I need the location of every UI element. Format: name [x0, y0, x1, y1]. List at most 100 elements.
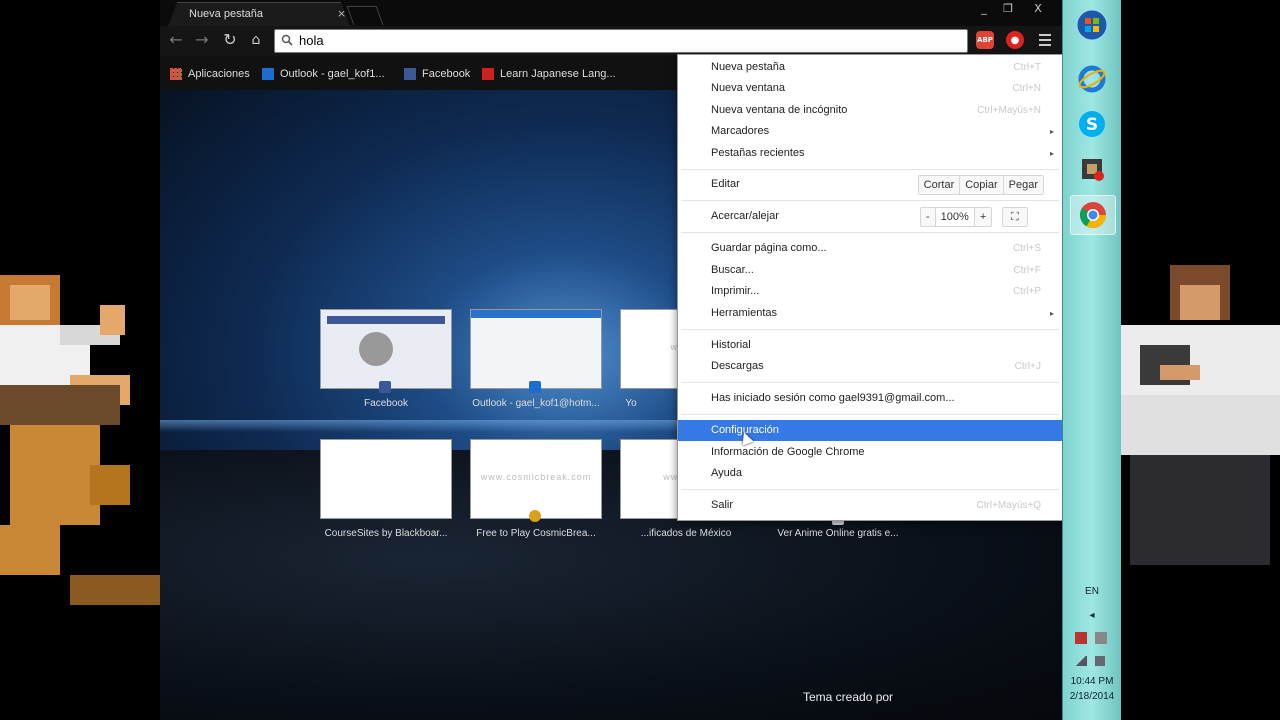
- menu-item-new-tab[interactable]: Nueva pestaña Ctrl+T: [678, 57, 1062, 78]
- tab-nueva-pestana[interactable]: Nueva pestaña ×: [168, 2, 350, 27]
- home-icon[interactable]: ⌂: [246, 30, 266, 50]
- speaker-icon[interactable]: [1095, 656, 1105, 666]
- menu-shortcut: Ctrl+Mayús+N: [977, 105, 1041, 116]
- menu-item-about-chrome[interactable]: Información de Google Chrome: [678, 442, 1062, 463]
- forward-icon[interactable]: →: [192, 30, 212, 50]
- fullscreen-group: ⛶: [1002, 207, 1028, 227]
- fullscreen-icon[interactable]: ⛶: [1003, 208, 1027, 226]
- menu-item-label: Nueva pestaña: [711, 61, 785, 73]
- adblock-plus-icon[interactable]: ABP: [976, 31, 994, 49]
- edit-button-group: Cortar Copiar Pegar: [917, 175, 1044, 195]
- fighter-sprite-left: [0, 275, 160, 605]
- bookmark-facebook[interactable]: Facebook: [404, 68, 470, 80]
- bookmark-label: Outlook - gael_kof1...: [280, 68, 385, 80]
- outlook-thumbnail: [471, 310, 601, 318]
- desktop-wallpaper-right: [1120, 0, 1280, 720]
- most-visited-tile-outlook[interactable]: [470, 309, 602, 389]
- minimize-button[interactable]: _: [972, 0, 996, 18]
- menu-item-print[interactable]: Imprimir... Ctrl+P: [678, 281, 1062, 302]
- internet-explorer-icon[interactable]: [1070, 60, 1114, 98]
- menu-item-label: Historial: [711, 339, 751, 351]
- menu-item-downloads[interactable]: Descargas Ctrl+J: [678, 356, 1062, 377]
- menu-item-label: Información de Google Chrome: [711, 446, 865, 458]
- zoom-out-button[interactable]: -: [921, 208, 936, 226]
- theme-credit[interactable]: Tema creado por: [803, 690, 893, 704]
- close-button[interactable]: X: [1022, 0, 1054, 18]
- most-visited-tile-facebook[interactable]: [320, 309, 452, 389]
- most-visited-tile-coursesites[interactable]: [320, 439, 452, 519]
- language-indicator[interactable]: EN: [1063, 586, 1121, 597]
- signal-icon[interactable]: [1075, 656, 1087, 666]
- menu-item-label: Salir: [711, 499, 734, 511]
- chrome-menu-icon[interactable]: [1036, 31, 1054, 49]
- tab-close-icon[interactable]: ×: [337, 7, 346, 20]
- menu-item-tools[interactable]: Herramientas ▸: [678, 303, 1062, 324]
- bookmark-learn-japanese[interactable]: Learn Japanese Lang...: [482, 68, 616, 80]
- fighter-sprite-right: [1120, 265, 1280, 565]
- svg-text:S: S: [1086, 115, 1098, 135]
- menu-item-history[interactable]: Historial: [678, 335, 1062, 356]
- chrome-main-menu: Nueva pestaña Ctrl+T Nueva ventana Ctrl+N …: [677, 54, 1063, 521]
- skype-icon[interactable]: S: [1070, 105, 1114, 143]
- menu-item-recent-tabs[interactable]: Pestañas recientes ▸: [678, 143, 1062, 164]
- menu-item-label: Marcadores: [711, 125, 770, 137]
- reload-icon[interactable]: ↻: [220, 30, 240, 50]
- tile-label: Outlook - gael_kof1@hotm...: [472, 398, 600, 409]
- omnibox-text: hola: [299, 33, 324, 48]
- tile-label: Free to Play CosmicBrea...: [476, 528, 596, 539]
- menu-divider: [681, 414, 1059, 415]
- apps-grid-icon: [170, 68, 182, 80]
- menu-item-new-window[interactable]: Nueva ventana Ctrl+N: [678, 78, 1062, 99]
- menu-shortcut: Ctrl+J: [1014, 361, 1041, 372]
- menu-shortcut: Ctrl+T: [1013, 62, 1042, 73]
- start-orb-icon[interactable]: [1070, 6, 1114, 44]
- menu-item-exit[interactable]: Salir Ctrl+Mayús+Q: [678, 495, 1062, 516]
- menu-item-save-page[interactable]: Guardar página como... Ctrl+S: [678, 238, 1062, 259]
- chrome-icon[interactable]: [1070, 195, 1116, 235]
- menu-item-settings[interactable]: Configuración: [678, 420, 1062, 441]
- tab-title: Nueva pestaña: [189, 8, 263, 20]
- menu-item-bookmarks[interactable]: Marcadores ▸: [678, 121, 1062, 142]
- learn-japanese-icon: [482, 68, 494, 80]
- menu-shortcut: Ctrl+Mayús+Q: [976, 500, 1041, 511]
- menu-item-incognito[interactable]: Nueva ventana de incógnito Ctrl+Mayús+N: [678, 100, 1062, 121]
- zoom-level: 100%: [935, 208, 975, 226]
- thumbnail-image: [359, 332, 393, 366]
- most-visited-tile-cosmicbreak[interactable]: www.cosmicbreak.com: [470, 439, 602, 519]
- menu-shortcut: Ctrl+F: [1013, 265, 1042, 276]
- new-tab-button[interactable]: [346, 6, 384, 25]
- menu-item-label: Editar: [711, 178, 740, 190]
- menu-item-signed-in[interactable]: Has iniciado sesión como gael9391@gmail.…: [678, 388, 1062, 409]
- bookmark-outlook[interactable]: Outlook - gael_kof1...: [262, 68, 385, 80]
- facebook-icon: [379, 381, 391, 393]
- menu-item-find[interactable]: Buscar... Ctrl+F: [678, 260, 1062, 281]
- menu-item-label: Ayuda: [711, 467, 742, 479]
- paste-button[interactable]: Pegar: [1003, 176, 1043, 194]
- outlook-icon: [262, 68, 274, 80]
- restore-button[interactable]: ❐: [996, 0, 1020, 18]
- tray-expand-icon[interactable]: ◂: [1063, 610, 1121, 621]
- menu-item-label: Herramientas: [711, 307, 778, 319]
- record-icon[interactable]: ●: [1006, 31, 1024, 49]
- bookmark-aplicaciones[interactable]: Aplicaciones: [170, 68, 250, 80]
- cut-button[interactable]: Cortar: [918, 176, 961, 194]
- clock-date[interactable]: 2/18/2014: [1063, 691, 1121, 702]
- zoom-in-button[interactable]: +: [974, 208, 992, 226]
- tile-label: CourseSites by Blackboar...: [324, 528, 448, 539]
- back-icon[interactable]: ←: [166, 30, 186, 50]
- menu-item-help[interactable]: Ayuda: [678, 463, 1062, 484]
- clock-time[interactable]: 10:44 PM: [1063, 676, 1121, 687]
- tile-site-text: www.cosmicbreak.com: [480, 472, 592, 482]
- copy-button[interactable]: Copiar: [960, 176, 1004, 194]
- omnibox[interactable]: hola: [274, 29, 968, 53]
- menu-item-label: Nueva ventana de incógnito: [711, 104, 848, 116]
- menu-divider: [681, 382, 1059, 383]
- menu-item-edit: Editar Cortar Copiar Pegar: [678, 174, 1062, 195]
- menu-divider: [681, 329, 1059, 330]
- volume-icon[interactable]: [1095, 632, 1107, 644]
- bookmark-label: Facebook: [422, 68, 471, 80]
- network-icon[interactable]: [1075, 632, 1087, 644]
- bookmark-label: Aplicaciones: [188, 68, 250, 80]
- game-icon[interactable]: [1070, 150, 1114, 188]
- menu-item-label: Imprimir...: [711, 285, 760, 297]
